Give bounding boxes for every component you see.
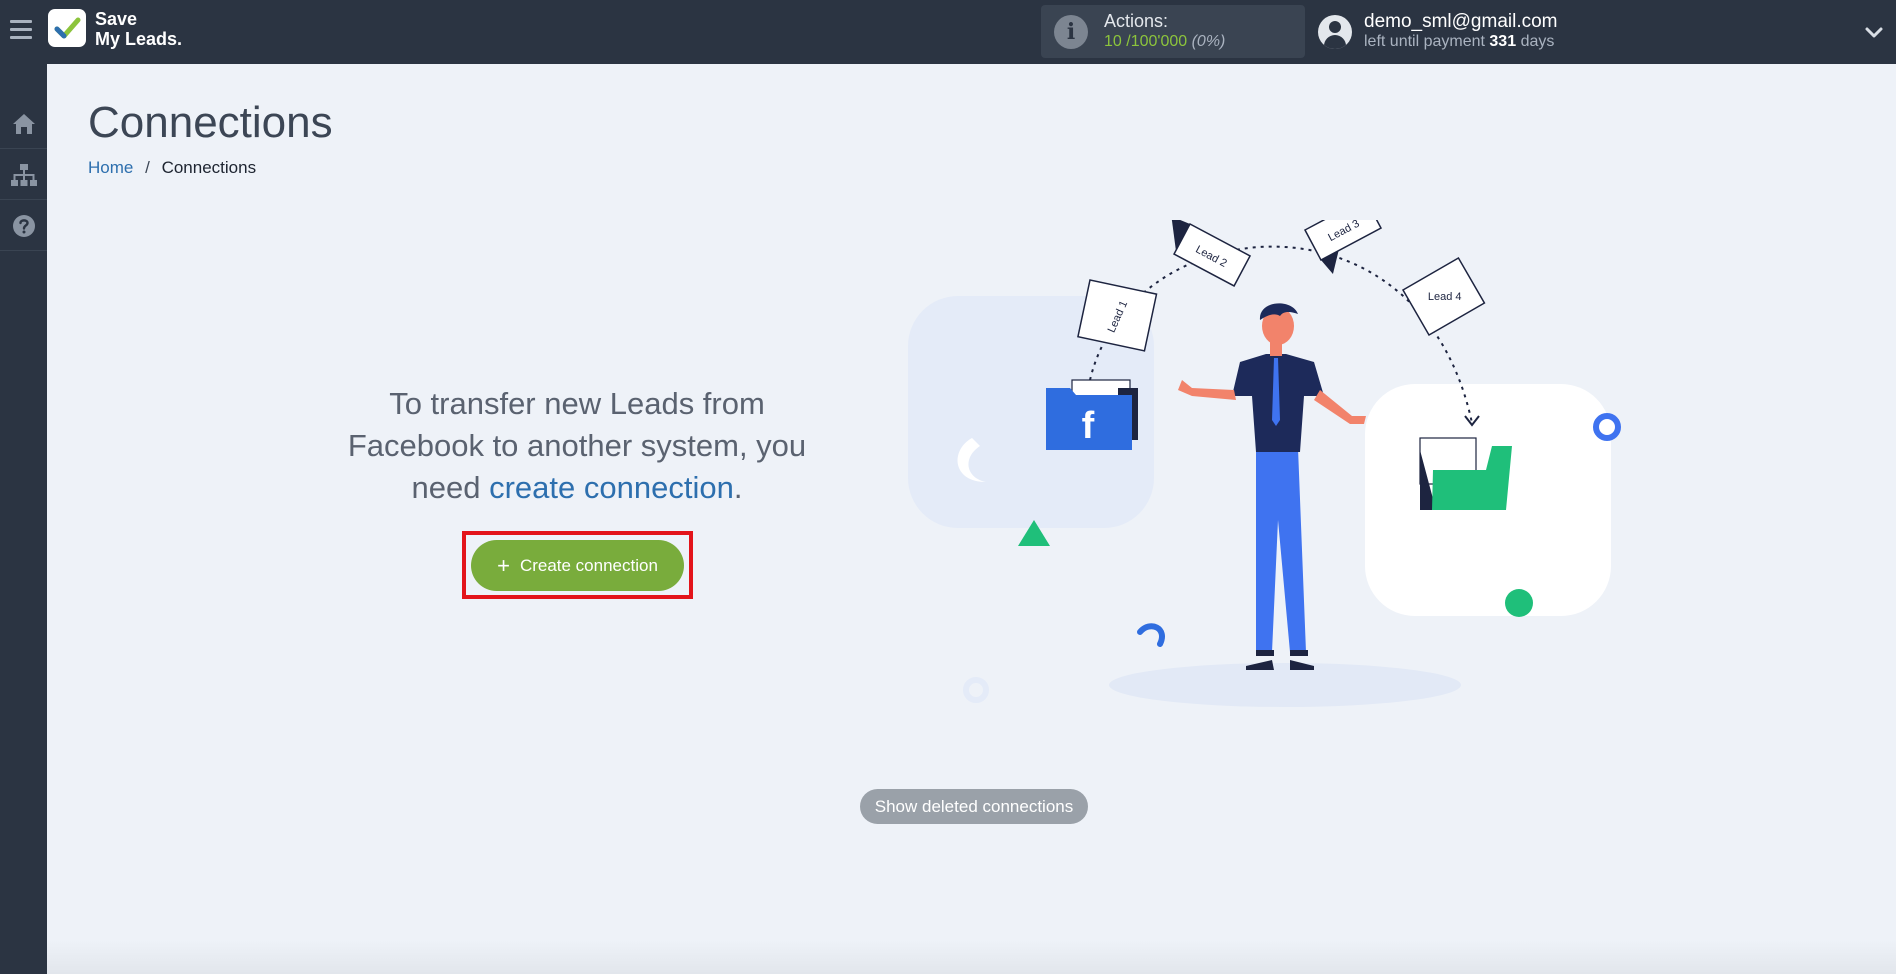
payment-days-suffix: days [1520, 33, 1555, 50]
menu-icon[interactable] [10, 20, 32, 42]
question-icon [12, 214, 35, 237]
breadcrumb-home-link[interactable]: Home [88, 158, 133, 177]
actions-value: 10 /100'000 (0%) [1104, 33, 1225, 51]
breadcrumb-current: Connections [161, 158, 257, 177]
sitemap-icon [10, 163, 37, 186]
chevron-down-icon[interactable] [1864, 22, 1884, 42]
payment-prefix: left until payment [1364, 33, 1485, 50]
logo[interactable] [48, 9, 86, 47]
actions-used: 10 [1104, 33, 1122, 50]
actions-label: Actions: [1104, 11, 1169, 31]
lead-card-3: Lead 3 [1303, 220, 1383, 275]
facebook-folder-icon: f [1046, 379, 1138, 450]
lead-card-2: Lead 2 [1171, 220, 1252, 287]
checkmark-logo-icon [54, 17, 81, 39]
decor-dot-green [1505, 589, 1533, 617]
breadcrumb: Home / Connections [88, 158, 256, 178]
actions-percent: (0%) [1191, 33, 1226, 50]
payment-status: left until payment 331 days [1364, 33, 1554, 51]
facebook-letter: f [1082, 405, 1095, 447]
top-bar: Save My Leads. i Actions: 10 /100'000 (0… [0, 0, 1896, 64]
sidebar [0, 64, 47, 974]
brand-line-2: My Leads. [95, 29, 183, 49]
person-figure [1178, 303, 1366, 670]
destination-folder-icon [1419, 437, 1512, 510]
sidebar-item-connections[interactable] [0, 150, 47, 200]
sidebar-item-help[interactable] [0, 201, 47, 251]
actions-total: /100'000 [1126, 33, 1188, 50]
sidebar-item-home[interactable] [0, 99, 47, 149]
create-connection-button[interactable]: + Create connection [471, 540, 684, 591]
breadcrumb-separator: / [145, 158, 150, 177]
decor-ring-blue [1593, 413, 1621, 441]
info-icon: i [1054, 15, 1088, 49]
user-avatar-icon[interactable] [1318, 15, 1352, 49]
user-email[interactable]: demo_sml@gmail.com [1364, 11, 1558, 33]
lead-4-label: Lead 4 [1428, 291, 1462, 303]
brand-line-1: Save [95, 9, 138, 29]
lead-card-4: Lead 4 [1401, 256, 1486, 337]
create-connection-label: Create connection [519, 555, 658, 575]
payment-days: 331 [1489, 33, 1517, 50]
show-deleted-connections-button[interactable]: Show deleted connections [860, 789, 1088, 824]
brand-name: Save My Leads. [95, 9, 182, 49]
empty-state-message: To transfer new Leads from Facebook to a… [330, 383, 824, 509]
page-title: Connections [88, 98, 333, 147]
decor-ring-small [963, 677, 989, 703]
promo-period: . [733, 470, 743, 505]
connections-illustration: Lead 1 Lead 2 Lead 3 Lead 4 f [908, 220, 1621, 707]
floor-shadow [1109, 663, 1461, 707]
actions-panel: i Actions: 10 /100'000 (0%) [1041, 5, 1305, 58]
page-bottom-edge [47, 940, 1896, 974]
plus-icon: + [497, 552, 510, 578]
home-icon [12, 113, 35, 134]
create-connection-link[interactable]: create connection [489, 470, 734, 505]
decor-hook [1137, 623, 1165, 647]
